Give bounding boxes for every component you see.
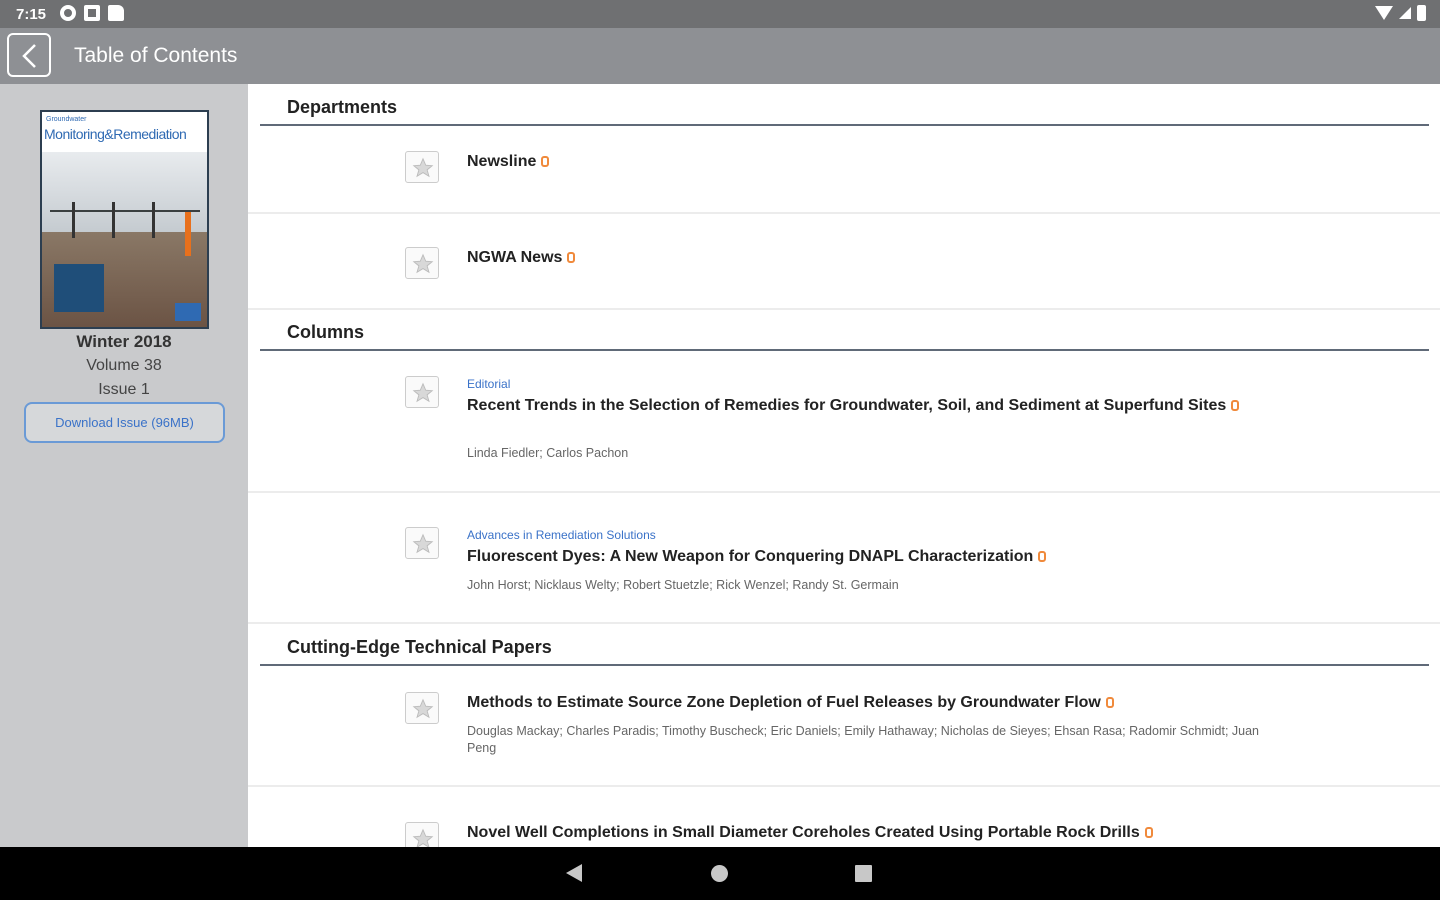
system-nav-bar <box>0 847 1440 900</box>
cover-post <box>112 202 115 238</box>
lock-icon <box>1038 551 1047 562</box>
cover-masthead-title: Monitoring&Remediation <box>44 126 187 142</box>
star-icon <box>412 253 434 274</box>
section-header-columns: Columns <box>260 309 1429 351</box>
article-title[interactable]: Methods to Estimate Source Zone Depletio… <box>467 693 1267 712</box>
download-issue-button[interactable]: Download Issue (96MB) <box>24 402 225 443</box>
back-button[interactable] <box>7 33 51 77</box>
issue-number: Issue 1 <box>98 381 150 398</box>
nav-recents-icon[interactable] <box>855 865 872 882</box>
favorite-star-button[interactable] <box>405 247 439 279</box>
favorite-star-button[interactable] <box>405 527 439 559</box>
battery-icon <box>1417 5 1426 21</box>
cover-post <box>72 202 75 238</box>
page-title: Table of Contents <box>74 44 238 67</box>
article-category: Advances in Remediation Solutions <box>467 528 656 542</box>
article-title-text: Newsline <box>467 153 537 170</box>
cover-post <box>152 202 155 238</box>
chevron-left-icon <box>22 44 36 68</box>
article-title[interactable]: Novel Well Completions in Small Diameter… <box>467 823 1267 842</box>
lock-icon <box>1105 697 1114 708</box>
article-title[interactable]: NGWA News <box>467 248 1267 267</box>
sd-card-icon <box>108 5 124 21</box>
star-icon <box>412 698 434 719</box>
section-title: Departments <box>287 97 398 117</box>
star-icon <box>412 828 434 847</box>
star-icon <box>412 533 434 554</box>
favorite-star-button[interactable] <box>405 822 439 847</box>
cover-orange-pipe <box>185 212 191 256</box>
row-divider <box>248 212 1440 214</box>
section-title: Cutting-Edge Technical Papers <box>287 637 552 657</box>
status-bar: 7:15 <box>0 0 1440 28</box>
row-divider <box>248 785 1440 787</box>
section-header-technical-papers: Cutting-Edge Technical Papers <box>260 624 1429 666</box>
status-left-icons <box>60 5 124 21</box>
article-title-text: NGWA News <box>467 249 563 266</box>
wifi-icon <box>1375 6 1393 20</box>
nav-home-icon[interactable] <box>711 865 728 882</box>
gear-icon <box>60 5 76 21</box>
favorite-star-button[interactable] <box>405 692 439 724</box>
favorite-star-button[interactable] <box>405 376 439 408</box>
status-time: 7:15 <box>16 6 47 23</box>
cover-text-box <box>54 264 104 312</box>
signal-icon <box>1399 7 1411 19</box>
lock-icon <box>1231 400 1240 411</box>
section-title: Columns <box>287 322 365 342</box>
row-divider <box>248 491 1440 493</box>
article-authors: Linda Fiedler; Carlos Pachon <box>467 446 629 460</box>
star-icon <box>412 157 434 178</box>
article-title[interactable]: Newsline <box>467 152 1267 171</box>
article-authors: John Horst; Nicklaus Welty; Robert Stuet… <box>467 578 899 592</box>
article-title[interactable]: Fluorescent Dyes: A New Weapon for Conqu… <box>467 547 1267 566</box>
lock-icon <box>1144 827 1153 838</box>
section-header-departments: Departments <box>260 84 1429 126</box>
cover-masthead: Groundwater Monitoring&Remediation <box>42 112 207 152</box>
issue-cover-image[interactable]: Groundwater Monitoring&Remediation <box>40 110 209 329</box>
nav-back-icon[interactable] <box>566 864 582 882</box>
status-right-icons <box>1375 5 1426 21</box>
square-icon <box>84 5 100 21</box>
cover-masthead-small: Groundwater <box>46 116 87 123</box>
issue-sidebar: Groundwater Monitoring&Remediation Winte… <box>0 84 248 847</box>
lock-icon <box>567 252 576 263</box>
article-category: Editorial <box>467 377 511 391</box>
lock-icon <box>541 156 550 167</box>
article-title-text: Methods to Estimate Source Zone Depletio… <box>467 694 1101 711</box>
star-icon <box>412 382 434 403</box>
article-title-text: Fluorescent Dyes: A New Weapon for Conqu… <box>467 548 1034 565</box>
issue-season: Winter 2018 <box>76 332 172 351</box>
issue-volume: Volume 38 <box>86 357 162 374</box>
article-title-text: Recent Trends in the Selection of Remedi… <box>467 397 1227 414</box>
cover-badge <box>175 303 201 321</box>
table-of-contents-list[interactable]: Departments Newsline NGWA News Columns E… <box>248 84 1440 847</box>
app-bar: Table of Contents <box>0 28 1440 84</box>
article-title[interactable]: Recent Trends in the Selection of Remedi… <box>467 396 1267 415</box>
article-authors: Douglas Mackay; Charles Paradis; Timothy… <box>467 724 1259 755</box>
favorite-star-button[interactable] <box>405 151 439 183</box>
article-title-text: Novel Well Completions in Small Diameter… <box>467 824 1140 841</box>
